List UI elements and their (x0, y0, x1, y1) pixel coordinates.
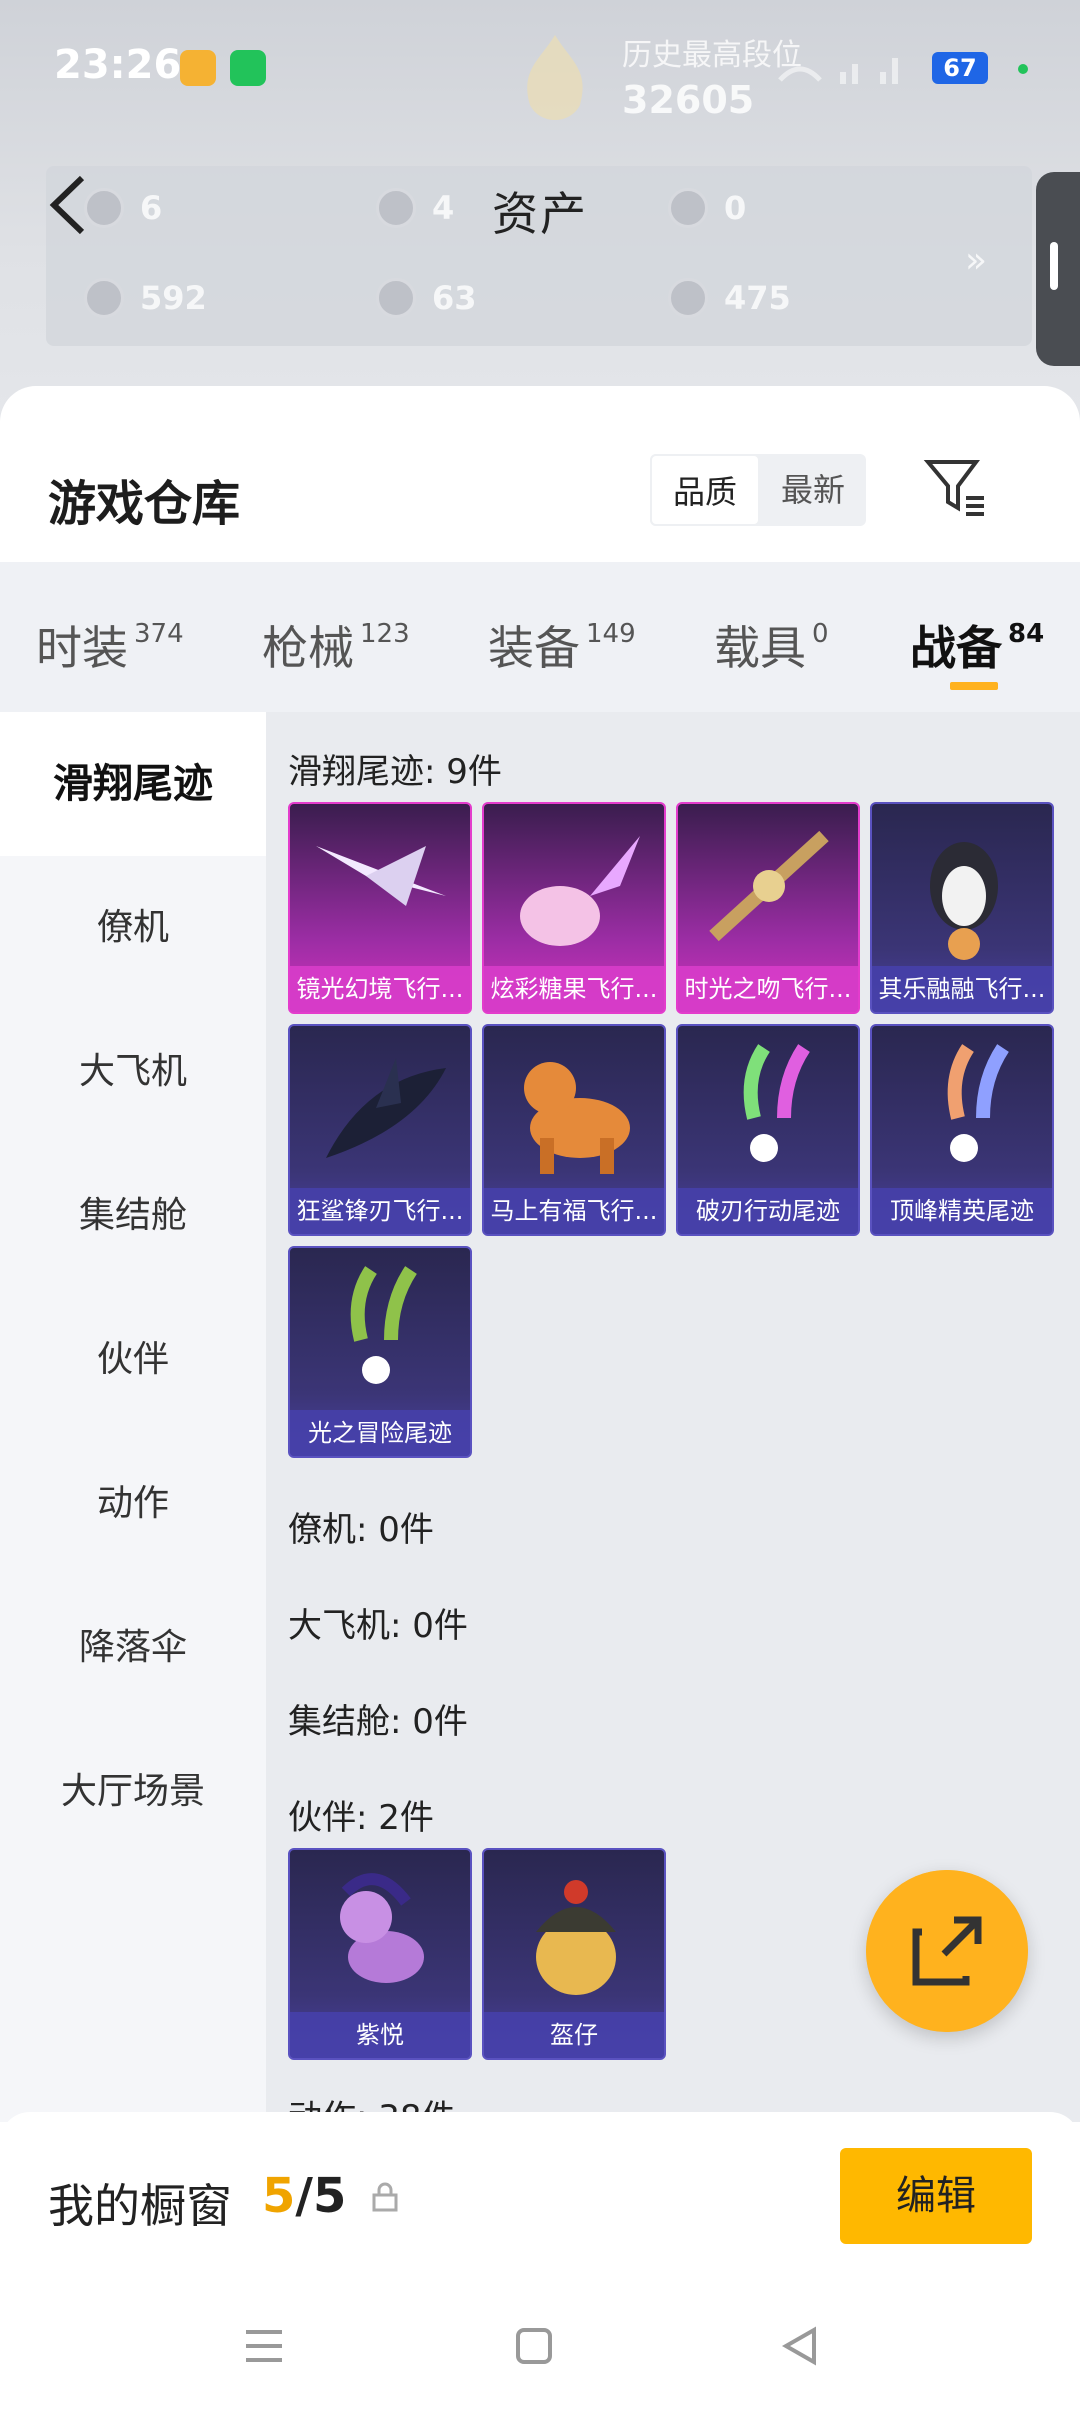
menu-icon[interactable] (240, 2322, 288, 2370)
sidebar-item-pod[interactable]: 集结舱 (0, 1144, 266, 1288)
sort-newest-button[interactable]: 最新 (760, 454, 866, 526)
category-tabs: 时装 374 枪械 123 装备 149 载具 0 战备 84 (0, 562, 1080, 712)
asset-item: 4 (376, 188, 454, 228)
sort-toggle: 品质 最新 (650, 454, 866, 526)
asset-item: 592 (84, 278, 207, 318)
rainbow-smoke-trail-art-icon (743, 1044, 810, 1162)
ticket-icon (84, 188, 124, 228)
item-card[interactable]: 破刃行动尾迹 (676, 1024, 860, 1236)
rank-points: 32605 (622, 78, 755, 122)
filter-icon[interactable] (922, 454, 988, 520)
coin-icon (376, 188, 416, 228)
group-header-wingman: 僚机: 0件 (288, 1510, 434, 1550)
item-card[interactable]: 盔仔 (482, 1848, 666, 2060)
item-card[interactable]: 镜光幻境飞行... (288, 802, 472, 1014)
asset-item: 475 (668, 278, 791, 318)
card-icon (84, 278, 124, 318)
hourglass-trail-art-icon (709, 830, 829, 942)
app-notification-icon (180, 50, 216, 86)
share-button[interactable] (866, 1870, 1028, 2032)
group-header-big-plane: 大飞机: 0件 (288, 1606, 468, 1646)
category-sidebar: 滑翔尾迹 僚机 大飞机 集结舱 伙伴 动作 降落伞 大厅场景 (0, 712, 266, 2122)
sort-quality-button[interactable]: 品质 (650, 454, 760, 526)
showcase-count: 5/5 (262, 2168, 347, 2224)
candy-trail-art-icon (520, 836, 640, 946)
item-card[interactable]: 狂鲨锋刃飞行... (288, 1024, 472, 1236)
back-nav-icon[interactable] (776, 2322, 824, 2370)
tab-weapons[interactable]: 枪械 123 (262, 612, 410, 678)
tab-battle-prep[interactable]: 战备 84 (910, 612, 1044, 690)
tab-equipment[interactable]: 装备 149 (488, 612, 636, 678)
item-card[interactable]: 紫悦 (288, 1848, 472, 2060)
sidebar-item-action[interactable]: 动作 (0, 1432, 266, 1576)
home-icon[interactable] (510, 2322, 558, 2370)
wechat-icon (230, 50, 266, 86)
tab-active-underline (950, 682, 998, 690)
asset-more-arrow-icon[interactable]: » (965, 240, 987, 281)
lock-icon (372, 2182, 398, 2212)
horse-trail-art-icon (524, 1062, 630, 1174)
status-dot (1018, 64, 1028, 74)
silver-coin-icon (376, 278, 416, 318)
asset-item: 6 (84, 188, 162, 228)
asset-item: 63 (376, 278, 477, 318)
shark-trail-art-icon (326, 1058, 446, 1158)
item-card[interactable]: 炫彩糖果飞行... (482, 802, 666, 1014)
rank-emblem-icon (527, 35, 583, 120)
gold-coin-icon (668, 278, 708, 318)
sidebar-item-big-plane[interactable]: 大飞机 (0, 1000, 266, 1144)
sidebar-item-parachute[interactable]: 降落伞 (0, 1576, 266, 1720)
warehouse-sheet: 游戏仓库 品质 最新 时装 374 枪械 123 装备 149 载具 0 战备 84 滑翔… (0, 386, 1080, 2412)
sidebar-item-lobby-scene[interactable]: 大厅场景 (0, 1720, 266, 1864)
medal-icon (668, 188, 708, 228)
item-card[interactable]: 时光之吻飞行... (676, 802, 860, 1014)
status-time: 23:26 (54, 42, 182, 88)
side-drawer-handle[interactable] (1036, 172, 1080, 366)
rank-name: 历史最高段位 (622, 38, 802, 73)
asset-item: 0 (668, 188, 746, 228)
tab-fashion[interactable]: 时装 374 (36, 612, 184, 678)
helmet-chick-partner-art-icon (536, 1880, 616, 1995)
green-smoke-trail-art-icon (350, 1266, 417, 1384)
showcase-title: 我的橱窗 (48, 2179, 232, 2233)
penguin-trail-art-icon (930, 842, 998, 960)
showcase-bar: 我的橱窗 5/5 编辑 (0, 2112, 1080, 2282)
item-card[interactable]: 马上有福飞行... (482, 1024, 666, 1236)
sidebar-item-wingman[interactable]: 僚机 (0, 856, 266, 1000)
battery-indicator: 67 (932, 52, 988, 84)
elite-smoke-trail-art-icon (947, 1044, 1009, 1162)
item-card[interactable]: 光之冒险尾迹 (288, 1246, 472, 1458)
pony-partner-art-icon (340, 1873, 424, 1983)
edit-button[interactable]: 编辑 (840, 2148, 1032, 2244)
wing-trail-art-icon (316, 846, 446, 906)
item-card[interactable]: 其乐融融飞行... (870, 802, 1054, 1014)
group-header-pod: 集结舱: 0件 (288, 1702, 468, 1742)
sidebar-item-glide-trail[interactable]: 滑翔尾迹 (0, 712, 266, 856)
item-card[interactable]: 顶峰精英尾迹 (870, 1024, 1054, 1236)
group-header-partner: 伙伴: 2件 (288, 1798, 434, 1838)
tab-vehicles[interactable]: 载具 0 (714, 612, 829, 678)
group-header-trail: 滑翔尾迹: 9件 (288, 752, 502, 792)
warehouse-title: 游戏仓库 (48, 476, 241, 532)
sidebar-item-partner[interactable]: 伙伴 (0, 1288, 266, 1432)
system-navigation-bar (0, 2282, 1080, 2412)
